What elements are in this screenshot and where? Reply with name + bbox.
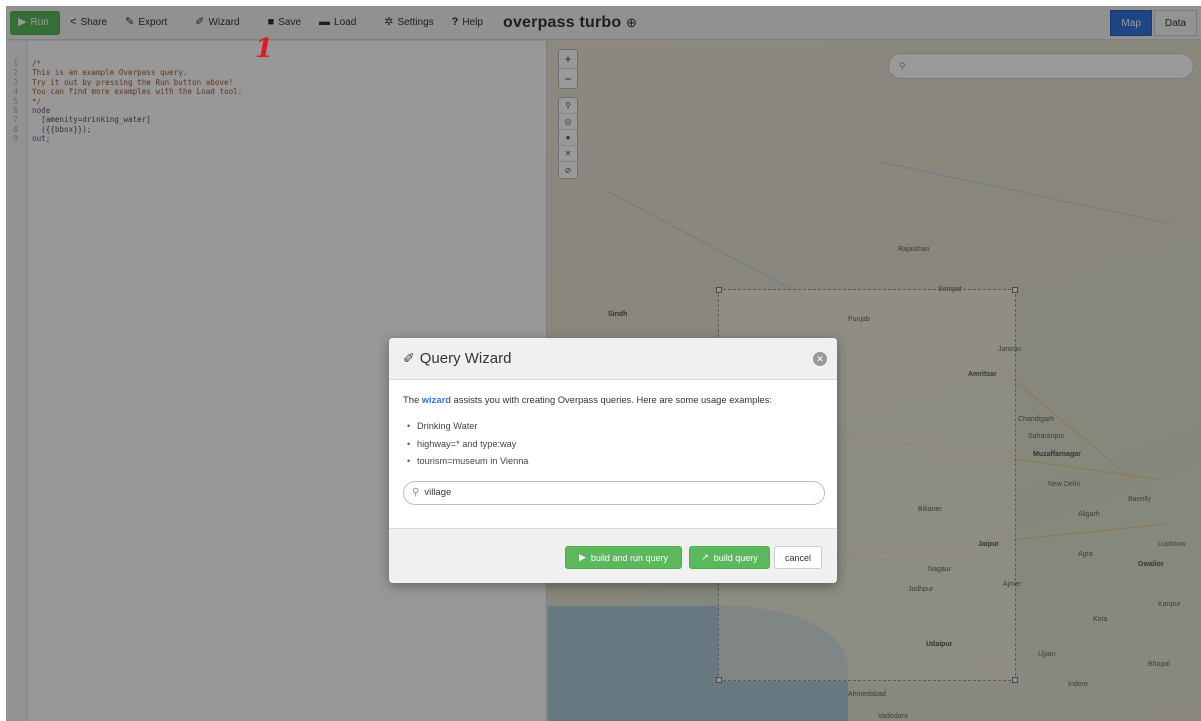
- wand-icon: ✐: [403, 350, 415, 366]
- dialog-intro: The wizard assists you with creating Ove…: [403, 394, 825, 405]
- intro-prefix: The: [403, 394, 422, 405]
- wizard-search-input[interactable]: ⚲ village: [403, 480, 825, 505]
- cancel-button[interactable]: cancel: [774, 546, 822, 569]
- query-wizard-dialog: ✐ Query Wizard ✕ The wizard assists you …: [389, 338, 837, 583]
- build-and-run-query-button[interactable]: ▶ build and run query: [565, 546, 682, 569]
- hammer-icon: ↗: [701, 552, 709, 562]
- wizard-input-value: village: [424, 487, 452, 498]
- dialog-body: The wizard assists you with creating Ove…: [389, 380, 837, 505]
- app-frame: ▶ Run < Share ✎ Export ✐ Wizard ■ Save ▬…: [6, 6, 1201, 721]
- example-list: Drinking Water highway=* and type:way to…: [403, 418, 825, 471]
- intro-suffix: assists you with creating Overpass queri…: [450, 394, 772, 405]
- example-item[interactable]: highway=* and type:way: [407, 436, 825, 454]
- close-icon[interactable]: ✕: [813, 352, 827, 366]
- example-item[interactable]: tourism=museum in Vienna: [407, 453, 825, 471]
- example-item[interactable]: Drinking Water: [407, 418, 825, 436]
- build-query-label: build query: [713, 552, 758, 563]
- search-icon: ⚲: [412, 487, 420, 498]
- cancel-label: cancel: [784, 552, 811, 563]
- dialog-header: ✐ Query Wizard ✕: [389, 338, 837, 380]
- annotation-step-1: 1: [255, 34, 274, 64]
- build-query-button[interactable]: ↗ build query: [689, 546, 770, 569]
- wizard-help-link[interactable]: wizard: [422, 394, 451, 405]
- dialog-title: Query Wizard: [419, 350, 512, 367]
- dialog-footer: ▶ build and run query ↗ build query canc…: [389, 528, 837, 583]
- play-icon: ▶: [579, 552, 586, 562]
- build-and-run-label: build and run query: [590, 552, 668, 563]
